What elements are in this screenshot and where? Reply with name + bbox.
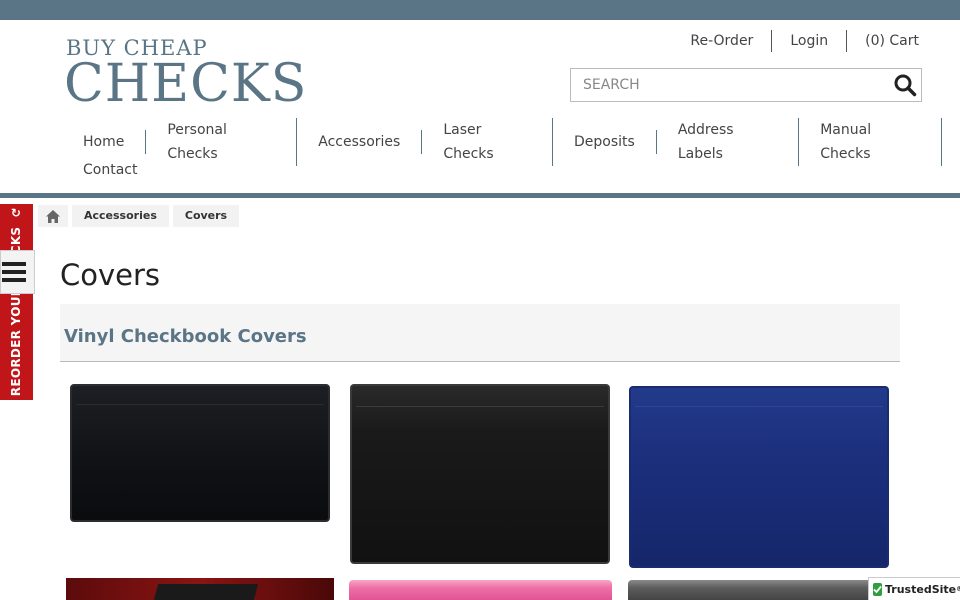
menu-toggle-button[interactable] bbox=[0, 250, 35, 294]
product-gray-cover[interactable] bbox=[628, 580, 890, 600]
trustedsite-label: TrustedSite bbox=[885, 582, 957, 596]
reorder-link[interactable]: Re-Order bbox=[672, 30, 771, 52]
page-title: Covers bbox=[60, 258, 161, 292]
category-title[interactable]: Vinyl Checkbook Covers bbox=[64, 326, 307, 347]
nav-item-laser-checks[interactable]: Laser Checks bbox=[422, 118, 553, 166]
product-image bbox=[70, 384, 330, 522]
breadcrumb: Accessories Covers bbox=[38, 205, 243, 227]
refresh-icon: ↻ bbox=[10, 205, 22, 220]
search-box bbox=[570, 68, 922, 102]
header-divider bbox=[0, 193, 960, 198]
product-red-cover[interactable] bbox=[66, 578, 334, 600]
nav-item-deposits[interactable]: Deposits bbox=[553, 130, 657, 154]
main-nav: Home Personal Checks Accessories Laser C… bbox=[62, 118, 942, 184]
cover-fold bbox=[635, 406, 883, 407]
product-black-cover-2[interactable] bbox=[350, 384, 610, 564]
category-header: Vinyl Checkbook Covers bbox=[60, 304, 900, 362]
product-image bbox=[629, 386, 889, 568]
reorder-checks-tab[interactable]: REORDER YOUR CHECKS ↻ bbox=[0, 204, 33, 400]
site-logo[interactable]: BUY CHEAP CHECKS bbox=[64, 36, 334, 116]
product-black-cover[interactable] bbox=[70, 384, 330, 522]
nav-item-accessories[interactable]: Accessories bbox=[297, 130, 423, 154]
product-image bbox=[350, 384, 610, 564]
cover-fold bbox=[356, 406, 604, 407]
hamburger-icon-bar bbox=[2, 278, 26, 282]
product-image bbox=[153, 584, 259, 600]
checkmark-icon bbox=[873, 582, 882, 596]
reorder-tab-label: REORDER YOUR CHECKS ↻ bbox=[9, 205, 23, 396]
logo-wordmark: CHECKS bbox=[64, 54, 308, 114]
breadcrumb-current: Covers bbox=[172, 205, 240, 227]
search-icon bbox=[894, 74, 917, 97]
login-link[interactable]: Login bbox=[771, 30, 846, 52]
nav-item-manual-checks[interactable]: Manual Checks bbox=[799, 118, 942, 166]
top-band bbox=[0, 0, 960, 20]
search-input[interactable] bbox=[571, 69, 881, 101]
nav-item-personal-checks[interactable]: Personal Checks bbox=[146, 118, 298, 166]
breadcrumb-home[interactable] bbox=[38, 205, 68, 227]
nav-item-contact[interactable]: Contact bbox=[62, 158, 158, 182]
search-button[interactable] bbox=[893, 73, 917, 97]
home-icon bbox=[46, 209, 60, 223]
cart-link[interactable]: (0) Cart bbox=[846, 30, 919, 52]
cover-fold bbox=[76, 404, 324, 405]
main-nav-row: Home Personal Checks Accessories Laser C… bbox=[62, 118, 942, 166]
breadcrumb-accessories[interactable]: Accessories bbox=[72, 205, 169, 227]
product-blue-cover[interactable] bbox=[629, 386, 889, 568]
hamburger-icon-bar bbox=[2, 262, 26, 266]
hamburger-icon-bar bbox=[2, 270, 26, 274]
trustedsite-badge[interactable]: TrustedSite ® bbox=[868, 577, 960, 600]
nav-item-address-labels[interactable]: Address Labels bbox=[657, 118, 800, 166]
utility-nav: Re-Order Login (0) Cart bbox=[672, 30, 919, 52]
nav-item-home[interactable]: Home bbox=[62, 130, 147, 154]
registered-mark: ® bbox=[956, 585, 960, 593]
product-pink-cover[interactable] bbox=[349, 580, 612, 600]
